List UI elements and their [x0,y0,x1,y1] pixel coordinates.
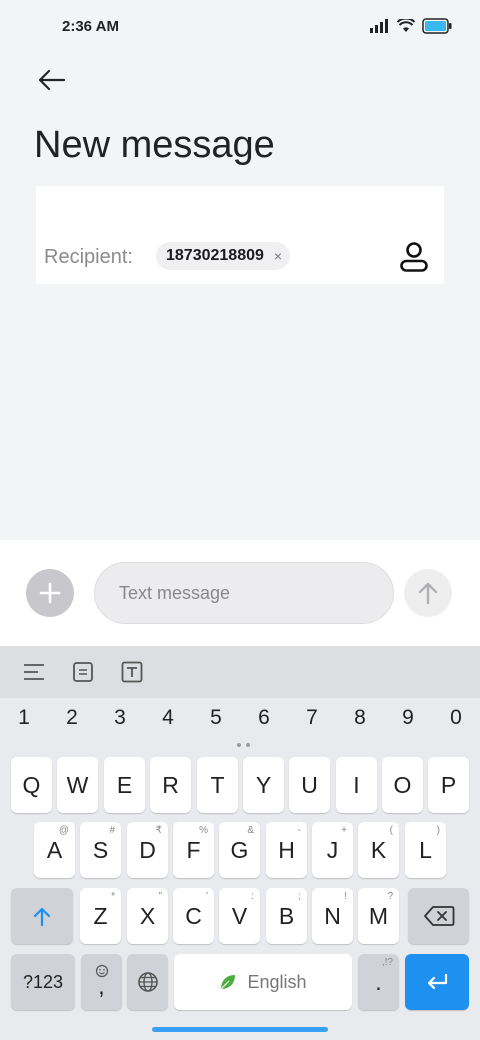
home-indicator[interactable] [152,1027,328,1032]
key-1[interactable]: 1 [4,706,44,730]
key-y[interactable]: Y [243,757,284,813]
key-m[interactable]: ? M [358,888,399,944]
key-h[interactable]: -H [266,822,307,878]
space-key[interactable]: English [174,954,352,1010]
key-p[interactable]: P [428,757,469,813]
send-button[interactable] [404,569,452,617]
key-v[interactable]: :V [219,888,260,944]
backspace-key[interactable] [408,888,469,944]
key-7[interactable]: 7 [292,706,332,730]
enter-key[interactable] [405,954,469,1010]
recipient-field[interactable]: Recipient: 18730218809 × [36,186,444,284]
key-g[interactable]: & G [219,822,260,878]
backspace-icon [423,906,454,926]
text-message-input[interactable] [94,562,394,624]
key-x[interactable]: " X [127,888,168,944]
key-r[interactable]: R [150,757,191,813]
language-key[interactable] [127,954,168,1010]
add-attachment-button[interactable] [26,569,74,617]
key-q[interactable]: Q [11,757,52,813]
key-8[interactable]: 8 [340,706,380,730]
key-j[interactable]: + J [312,822,353,878]
battery-icon [422,18,452,34]
leaf-icon [221,975,236,990]
contact-picker-button[interactable] [396,238,432,276]
key-5[interactable]: 5 [196,706,236,730]
key-w[interactable]: W [57,757,98,813]
recipient-label: Recipient: [44,246,133,268]
space-key-label: English [247,971,307,992]
keyboard-toolbar [0,646,480,698]
wifi-icon [397,19,415,32]
key-d[interactable]: ₹ D [127,822,168,878]
period-key[interactable]: ,!?. [358,954,399,1010]
recipient-chip-text: 18730218809 [166,247,264,264]
key-n[interactable]: ! N [312,888,353,944]
key-z[interactable]: * Z [80,888,121,944]
keyboard: 1 2 3 4 5 6 7 8 9 0 Q W E R T Y U I O P … [0,646,480,1040]
key-u[interactable]: U [289,757,330,813]
chip-close-icon[interactable]: × [274,248,282,264]
compose-bar [0,540,480,646]
recipient-chip[interactable]: 18730218809 × [156,242,291,270]
key-3[interactable]: 3 [100,706,140,730]
key-t[interactable]: T [197,757,238,813]
plus-icon [39,582,61,604]
key-k[interactable]: (K [358,822,399,878]
key-i[interactable]: I [336,757,377,813]
number-row: 1 2 3 4 5 6 7 8 9 0 [0,706,480,740]
key-s[interactable]: # S [80,822,121,878]
keyboard-page-dots [237,743,250,747]
status-icons [370,18,452,34]
menu-lines-icon[interactable] [20,658,48,686]
key-b[interactable]: ; B [266,888,307,944]
key-f[interactable]: % F [173,822,214,878]
enter-icon [427,973,448,990]
clipboard-icon[interactable] [69,658,97,686]
signal-icon [370,19,388,33]
status-time: 2:36 AM [62,18,119,35]
globe-icon [137,972,158,992]
person-icon [400,242,428,272]
key-c[interactable]: ' C [173,888,214,944]
back-button[interactable] [30,62,74,98]
back-arrow-icon [38,69,66,91]
status-bar: 2:36 AM [0,0,480,56]
text-format-icon[interactable] [118,658,146,686]
key-9[interactable]: 9 [388,706,428,730]
key-l[interactable]: ) L [405,822,446,878]
arrow-up-icon [418,582,438,605]
key-o[interactable]: O [382,757,423,813]
key-6[interactable]: 6 [244,706,284,730]
symbols-key[interactable]: ?123 [11,954,75,1010]
shift-key[interactable] [11,888,73,944]
key-a[interactable]: @ A [34,822,75,878]
shift-arrow-icon [33,907,51,927]
key-e[interactable]: E [104,757,145,813]
emoji-comma-key[interactable]: , [81,954,122,1010]
key-2[interactable]: 2 [52,706,92,730]
key-4[interactable]: 4 [148,706,188,730]
page-title: New message [34,124,275,166]
key-0[interactable]: 0 [436,706,476,730]
